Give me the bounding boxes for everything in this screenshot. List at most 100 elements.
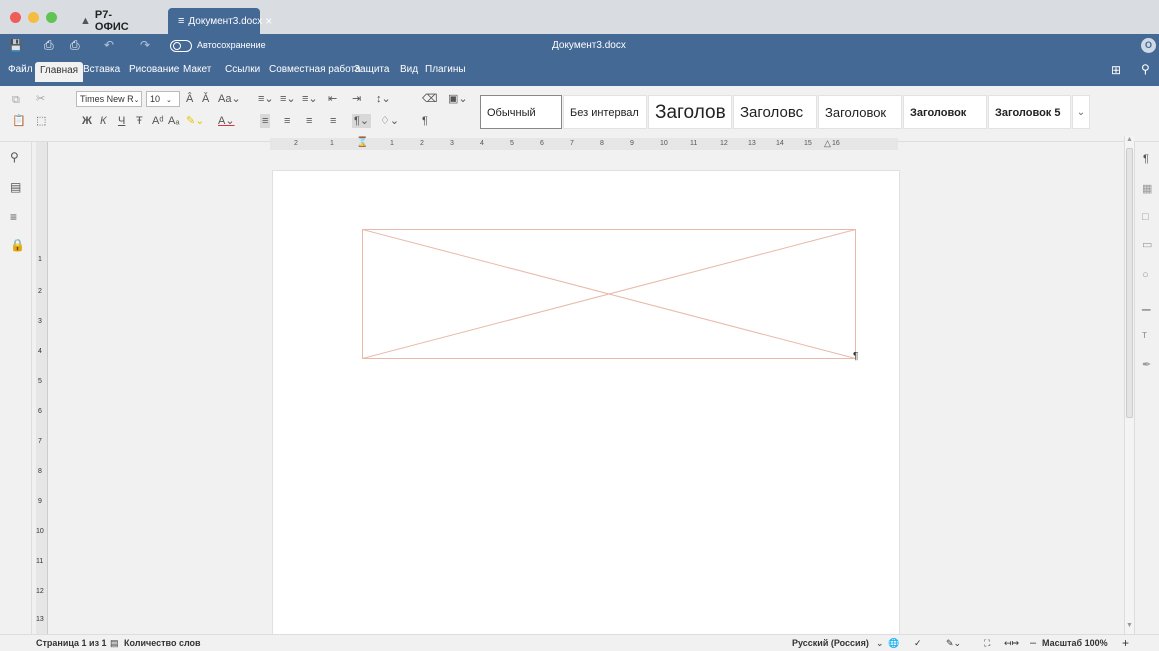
tab-draw[interactable]: Рисование xyxy=(124,61,184,79)
close-tab-icon[interactable]: × xyxy=(265,14,272,28)
v-tick: 1 xyxy=(38,256,42,263)
bullet-list-icon[interactable]: ≡⌄ xyxy=(258,92,274,106)
zoom-in-icon[interactable]: + xyxy=(1122,635,1129,651)
align-justify-icon[interactable]: ≡ xyxy=(330,114,336,128)
chart-settings-icon[interactable]: ▁ xyxy=(1142,298,1150,312)
align-left-icon[interactable]: ≡ xyxy=(260,114,271,128)
tab-layout[interactable]: Макет xyxy=(178,61,216,79)
maximize-window-button[interactable] xyxy=(46,12,57,23)
redo-icon[interactable]: ↷ xyxy=(140,38,150,52)
page-info[interactable]: Страница 1 из 1 xyxy=(36,635,107,651)
strikethrough-button[interactable]: Ŧ xyxy=(136,114,143,128)
autosave-toggle[interactable] xyxy=(170,40,192,52)
open-location-icon[interactable]: ⊞ xyxy=(1111,63,1121,77)
scroll-down-icon[interactable]: ▼ xyxy=(1126,622,1133,629)
tab-home-ribbon[interactable]: Главная xyxy=(35,62,84,82)
decrease-font-icon[interactable]: Ǎ xyxy=(202,92,209,106)
paragraph-settings-icon[interactable]: ¶ xyxy=(1143,152,1149,166)
align-center-icon[interactable]: ≡ xyxy=(284,114,290,128)
quick-print-icon[interactable]: ⎙ xyxy=(70,38,80,53)
underline-button[interactable]: Ч xyxy=(118,114,125,128)
tab-protection[interactable]: Защита xyxy=(349,61,394,79)
minimize-window-button[interactable] xyxy=(28,12,39,23)
style-normal[interactable]: Обычный xyxy=(480,95,562,129)
style-heading-3[interactable]: Заголовок xyxy=(818,95,902,129)
close-window-button[interactable] xyxy=(10,12,21,23)
comments-icon[interactable]: ▤ xyxy=(10,180,21,194)
fit-width-icon[interactable]: ↤↦ xyxy=(1004,635,1019,651)
language-select[interactable]: Русский (Россия) xyxy=(792,635,869,651)
italic-button[interactable]: К xyxy=(100,114,106,128)
undo-icon[interactable]: ↶ xyxy=(104,38,114,52)
word-count[interactable]: Количество слов xyxy=(124,635,201,651)
user-avatar[interactable]: О xyxy=(1141,38,1156,53)
align-right-icon[interactable]: ≡ xyxy=(306,114,312,128)
tab-view[interactable]: Вид xyxy=(395,61,423,79)
color-scheme-icon[interactable]: ▣⌄ xyxy=(448,92,468,106)
font-size-select[interactable]: 10 ⌄ xyxy=(146,91,180,107)
tab-plugins[interactable]: Плагины xyxy=(420,61,471,79)
right-indent-marker-icon[interactable]: △ xyxy=(824,138,831,149)
image-settings-icon[interactable]: □ xyxy=(1142,210,1149,224)
zoom-out-icon[interactable]: – xyxy=(1030,635,1036,651)
font-color-icon[interactable]: A⌄ xyxy=(218,114,235,128)
line-spacing-icon[interactable]: ↕⌄ xyxy=(376,92,391,106)
vertical-scrollbar[interactable]: ▲ ▼ xyxy=(1124,136,1134,634)
change-case-icon[interactable]: Aa⌄ xyxy=(218,92,241,106)
decrease-indent-icon[interactable]: ⇤ xyxy=(328,92,337,106)
superscript-icon[interactable]: Aᵈ xyxy=(152,114,164,128)
shape-settings-icon[interactable]: ○ xyxy=(1142,268,1149,282)
style-no-spacing[interactable]: Без интервал xyxy=(563,95,647,129)
increase-indent-icon[interactable]: ⇥ xyxy=(352,92,361,106)
paragraph-marks-icon[interactable]: ¶⌄ xyxy=(352,114,372,128)
zoom-level[interactable]: Масштаб 100% xyxy=(1042,635,1108,651)
select-all-icon[interactable]: ⬚ xyxy=(36,114,46,128)
highlight-color-icon[interactable]: ✎⌄ xyxy=(186,114,204,128)
document-page[interactable]: ¶ xyxy=(272,170,900,636)
globe-icon[interactable]: 🌐 xyxy=(888,635,899,651)
styles-more-button[interactable]: ⌄ xyxy=(1072,95,1090,129)
scroll-thumb[interactable] xyxy=(1126,148,1133,418)
protection-icon[interactable]: 🔒 xyxy=(10,238,25,252)
spellcheck-icon[interactable]: ✓ xyxy=(914,635,922,651)
tab-home[interactable]: ▲ Р7-ОФИС xyxy=(70,8,152,34)
tab-insert[interactable]: Вставка xyxy=(78,61,125,79)
tab-references[interactable]: Ссылки xyxy=(220,61,265,79)
fit-page-icon[interactable]: ⛶ xyxy=(984,635,990,651)
shading-icon[interactable]: ♢⌄ xyxy=(380,114,399,128)
text-art-icon[interactable]: ᴛ xyxy=(1142,328,1147,342)
clear-style-icon[interactable]: ⌫ xyxy=(422,92,438,106)
image-placeholder[interactable] xyxy=(362,229,858,361)
save-icon[interactable]: 💾 xyxy=(9,39,23,52)
font-name-select[interactable]: Times New R⌄ xyxy=(76,91,142,107)
vertical-ruler[interactable]: 1 2 3 4 5 6 7 8 9 10 11 12 13 xyxy=(36,142,48,634)
bold-button[interactable]: Ж xyxy=(82,114,92,128)
table-settings-icon[interactable]: ▦ xyxy=(1142,182,1152,196)
increase-font-icon[interactable]: Â xyxy=(186,92,193,106)
style-heading-2[interactable]: Заголовс xyxy=(733,95,817,129)
scroll-up-icon[interactable]: ▲ xyxy=(1126,136,1133,143)
copy-style-icon[interactable]: ¶ xyxy=(422,114,428,128)
subscript-icon[interactable]: Aₐ xyxy=(168,114,179,128)
chevron-down-icon[interactable]: ⌄ xyxy=(876,635,884,651)
search-icon[interactable]: ⚲ xyxy=(1141,62,1150,76)
indent-marker-icon[interactable]: ⌛ xyxy=(356,137,368,148)
copy-icon[interactable]: ⧉ xyxy=(12,93,20,107)
track-changes-icon[interactable]: ✎⌄ xyxy=(946,635,961,651)
style-heading-5[interactable]: Заголовок 5 xyxy=(988,95,1071,129)
paste-icon[interactable]: 📋 xyxy=(12,114,26,128)
cut-icon[interactable]: ✂ xyxy=(36,92,45,106)
style-heading-4[interactable]: Заголовок xyxy=(903,95,987,129)
numbered-list-icon[interactable]: ≡⌄ xyxy=(280,92,296,106)
document-tab-icon: ≡ xyxy=(178,15,185,27)
multilevel-list-icon[interactable]: ≡⌄ xyxy=(302,92,318,106)
tab-file[interactable]: Файл xyxy=(3,61,38,79)
tab-document[interactable]: ≡ Документ3.docx × xyxy=(168,8,272,34)
search-icon[interactable]: ⚲ xyxy=(10,150,19,164)
navigation-icon[interactable]: ≡ xyxy=(10,210,17,224)
horizontal-ruler[interactable]: 2 1 ⌛ 1 2 3 4 5 6 7 8 9 10 11 12 13 14 1… xyxy=(270,137,898,150)
style-heading-1[interactable]: Заголов xyxy=(648,95,732,129)
signature-icon[interactable]: ✒ xyxy=(1142,358,1151,372)
header-footer-icon[interactable]: ▭ xyxy=(1142,238,1152,252)
print-icon[interactable]: ⎙ xyxy=(44,38,54,53)
